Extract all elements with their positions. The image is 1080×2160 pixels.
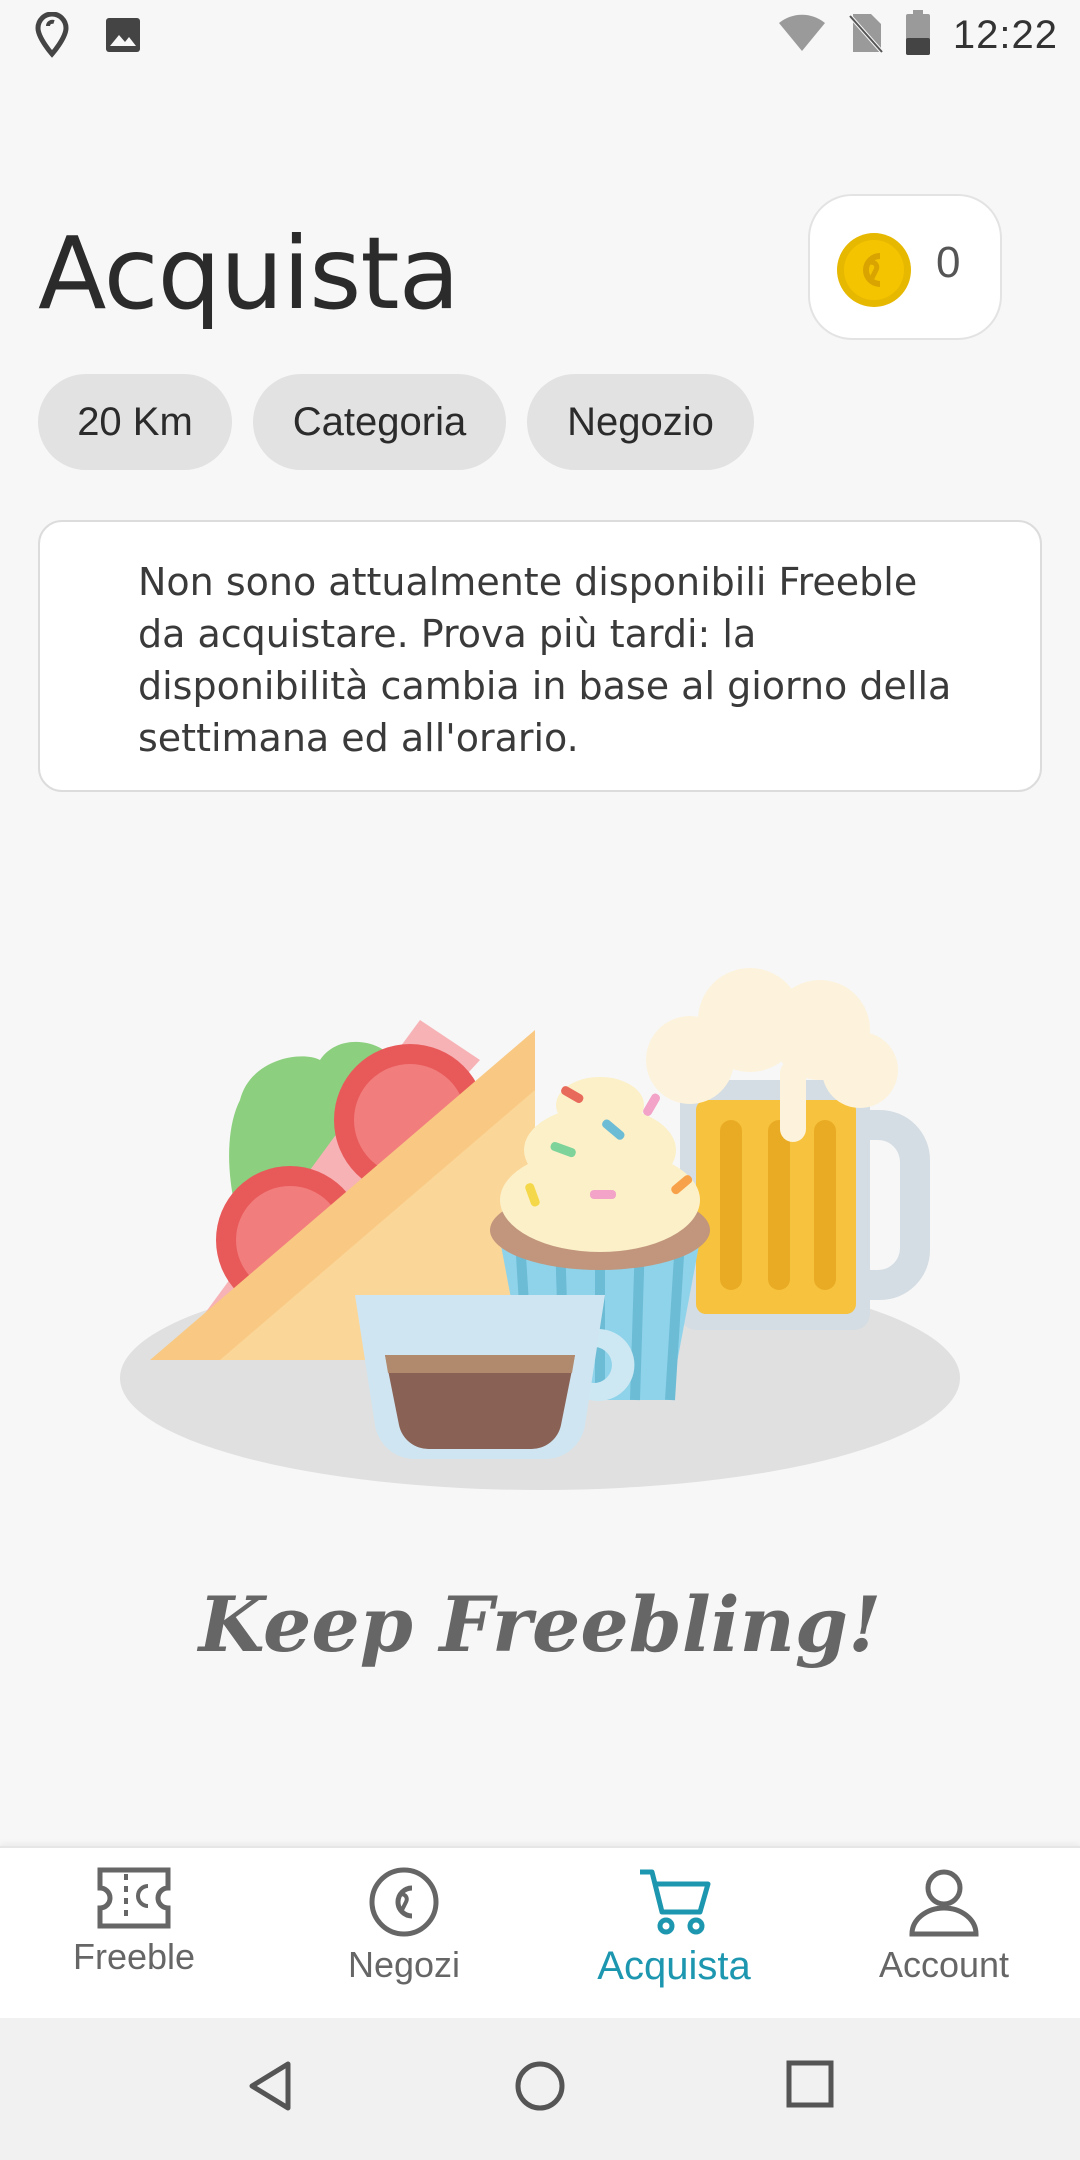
nav-negozi[interactable]: Negozi [304,1866,504,2016]
empty-message-box: Non sono attualmente disponibili Freeble… [38,520,1042,792]
back-icon[interactable] [248,2060,292,2117]
filter-store[interactable]: Negozio [527,374,754,470]
slogan-text: Keep Freebling! [198,1580,882,1669]
coin-balance[interactable]: 0 [808,194,1002,340]
image-icon [104,16,142,59]
system-navigation-bar [0,2018,1080,2160]
nav-account-label: Account [878,1944,1010,1985]
nav-freeble-label: Freeble [72,1936,196,1977]
battery-icon [905,10,931,61]
recents-icon[interactable] [786,2060,834,2113]
home-icon[interactable] [514,2060,566,2117]
ticket-icon [34,1866,234,1930]
cart-icon [574,1866,774,1938]
no-sim-icon [848,12,884,59]
store-coin-icon [304,1866,504,1938]
empty-message-text: Non sono attualmente disponibili Freeble… [138,560,952,760]
filter-category[interactable]: Categoria [253,374,506,470]
status-time: 12:22 [952,13,1058,57]
nav-acquista[interactable]: Acquista [574,1866,774,2016]
filter-distance[interactable]: 20 Km [38,374,232,470]
location-pin-icon [34,11,70,63]
coin-count: 0 [936,238,961,287]
nav-acquista-label: Acquista [597,1944,751,1988]
nav-account[interactable]: Account [844,1866,1044,2016]
person-icon [844,1866,1044,1938]
nav-negozi-label: Negozi [347,1944,461,1985]
status-bar: 12:22 [0,0,1080,72]
nav-freeble[interactable]: Freeble [34,1866,234,2016]
page-title: Acquista [38,215,460,332]
coin-icon [836,232,912,313]
food-illustration [0,900,1080,1520]
bottom-navigation: Freeble Negozi Acquista Account [0,1846,1080,2020]
wifi-icon [777,13,827,58]
